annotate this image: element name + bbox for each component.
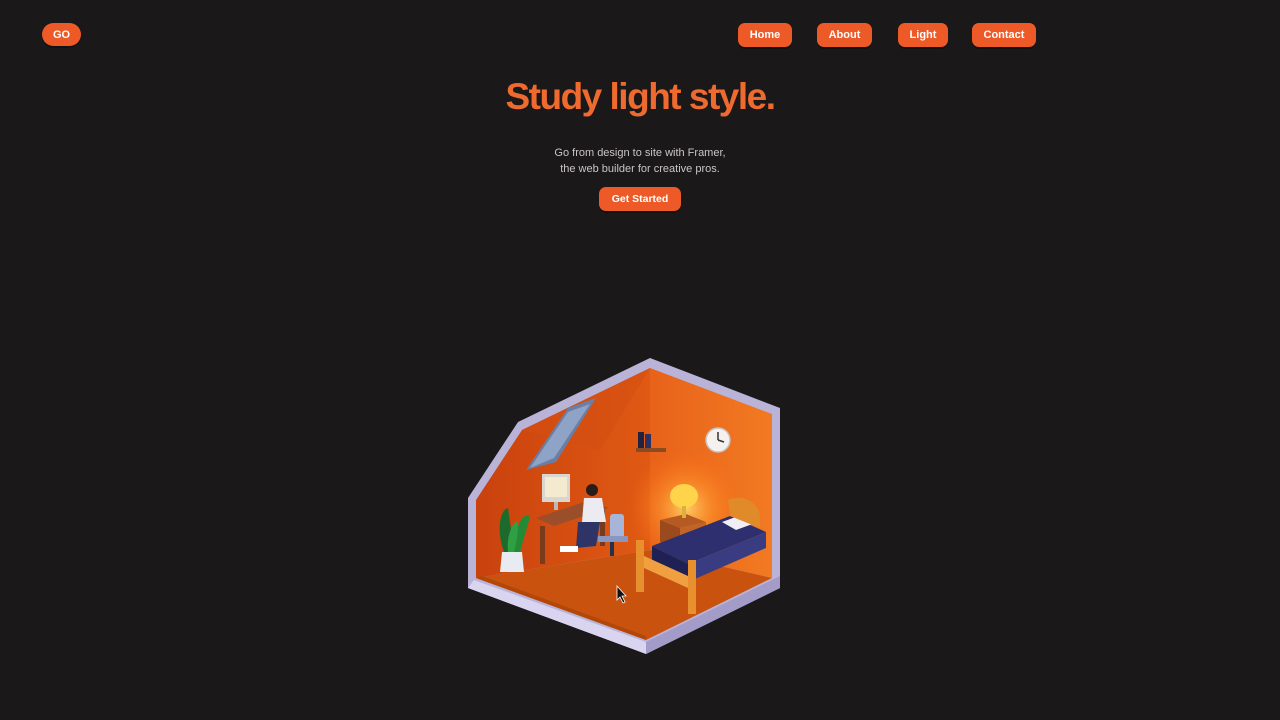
- clock-icon: [705, 427, 731, 453]
- lamp-icon: [670, 484, 698, 508]
- nav-contact-button[interactable]: Contact: [972, 23, 1036, 47]
- logo-button[interactable]: GO: [42, 23, 81, 46]
- hero-subtitle: Go from design to site with Framer, the …: [0, 145, 1280, 177]
- hero-subtitle-line-2: the web builder for creative pros.: [560, 163, 720, 175]
- nav-about-button[interactable]: About: [817, 23, 872, 47]
- page: GO Home About Light Contact Study light …: [0, 0, 1280, 720]
- hero-subtitle-line-1: Go from design to site with Framer,: [554, 147, 726, 159]
- nav-light-button[interactable]: Light: [898, 23, 948, 47]
- room-illustration: [460, 350, 790, 660]
- nav-home-button[interactable]: Home: [738, 23, 792, 47]
- get-started-button[interactable]: Get Started: [599, 187, 681, 211]
- hero-title: Study light style.: [505, 76, 776, 117]
